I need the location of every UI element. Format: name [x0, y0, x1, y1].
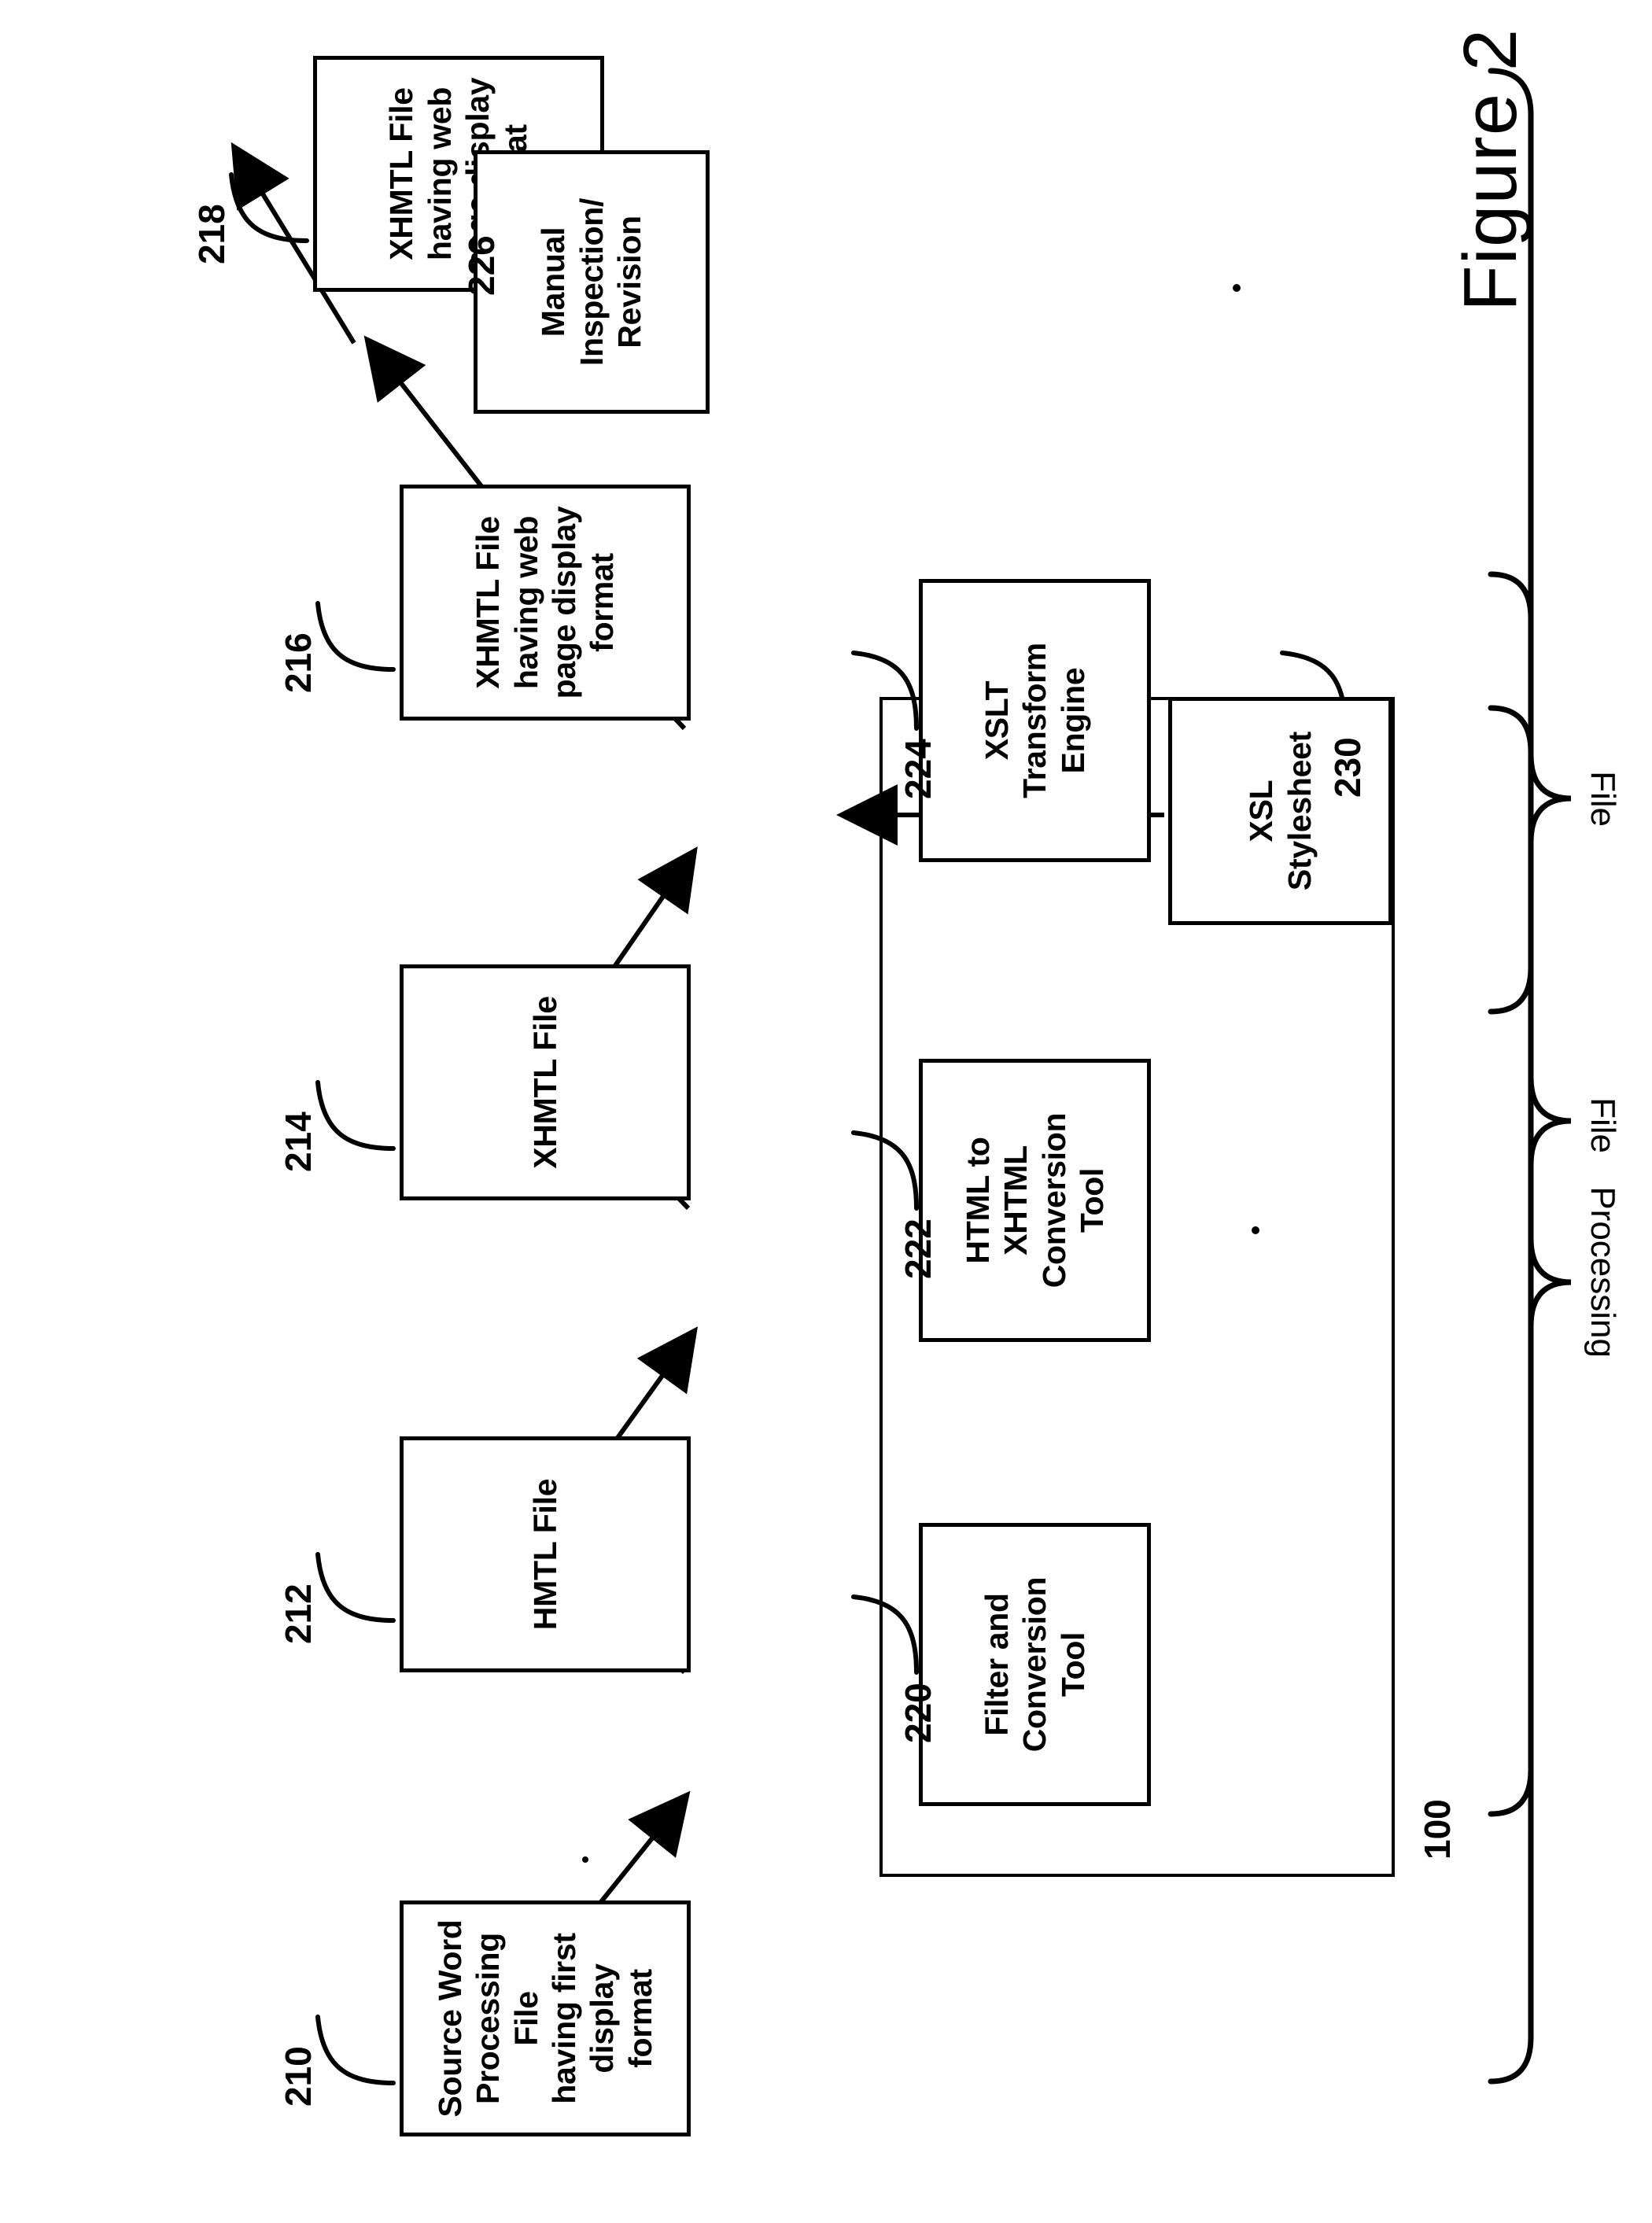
xsl-stylesheet-box: XSL Stylesheet: [1168, 697, 1392, 925]
ref-numeral-100: 100: [1417, 1799, 1458, 1860]
box-label: Manual Inspection/ Revision: [535, 197, 648, 367]
brace-label-file-right: File: [1584, 771, 1622, 827]
box-label: XSL Stylesheet: [1243, 731, 1318, 891]
hmtl-file-box: HMTL File: [400, 1436, 691, 1672]
source-word-processing-file-box: Source Word Processing File having first…: [400, 1900, 691, 2136]
filter-and-conversion-tool-box: Filter and Conversion Tool: [919, 1523, 1151, 1806]
connector-overlay: [229, 68, 1572, 2085]
ref-numeral-226: 226: [461, 235, 502, 296]
box-label: HTML to XHTML Conversion Tool: [959, 1112, 1110, 1288]
brace-label-processing: Processing: [1584, 1186, 1622, 1358]
xhmtl-file-box: XHMTL File: [400, 964, 691, 1200]
ref-numeral-224: 224: [898, 739, 938, 799]
ref-numeral-222: 222: [898, 1218, 938, 1279]
figure-caption: Figure 2: [1448, 28, 1532, 312]
box-label: HMTL File: [526, 1478, 563, 1631]
box-label: XSLT Transform Engine: [978, 643, 1091, 798]
ref-numeral-230: 230: [1327, 737, 1368, 798]
ref-numeral-218: 218: [191, 204, 232, 264]
ref-numeral-214: 214: [278, 1112, 319, 1172]
box-label: XHMTL File: [526, 996, 563, 1169]
ref-numeral-220: 220: [898, 1683, 938, 1743]
box-label: XHMTL File having web page display forma…: [470, 506, 621, 699]
manual-inspection-revision-box: Manual Inspection/ Revision: [474, 150, 710, 414]
box-label: Filter and Conversion Tool: [978, 1576, 1091, 1753]
brace-label-file-left: File: [1584, 1097, 1622, 1153]
xhmtl-web-page-file-box-216: XHMTL File having web page display forma…: [400, 485, 691, 721]
ref-numeral-210: 210: [278, 2046, 319, 2107]
ref-numeral-212: 212: [278, 1583, 319, 1644]
box-label: Source Word Processing File having first…: [431, 1919, 658, 2118]
figure-canvas: Source Word Processing File having first…: [0, 0, 1652, 2223]
ref-numeral-216: 216: [278, 632, 319, 693]
html-to-xhtml-conversion-tool-box: HTML to XHTML Conversion Tool: [919, 1059, 1151, 1342]
xslt-transform-engine-box: XSLT Transform Engine: [919, 579, 1151, 862]
